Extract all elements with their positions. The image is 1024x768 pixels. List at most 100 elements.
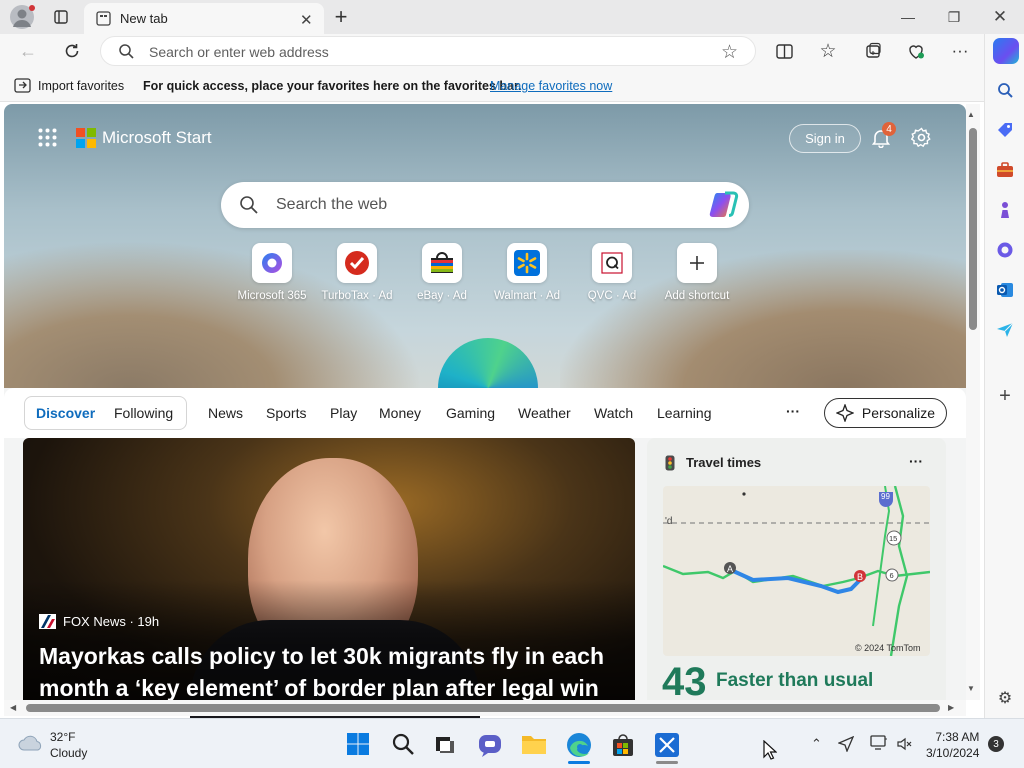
copilot-search-icon[interactable] (709, 191, 739, 222)
games-chess-icon[interactable] (993, 198, 1017, 222)
lead-story-headline[interactable]: Mayorkas calls policy to let 30k migrant… (39, 640, 629, 704)
tab-actions-icon[interactable] (45, 2, 77, 32)
personalize-sparkle-icon (835, 404, 854, 422)
snipping-tool-icon[interactable] (654, 732, 680, 758)
shortcut-label: eBay · Ad (417, 290, 467, 302)
sidebar-search-icon[interactable] (993, 78, 1017, 102)
notification-count-badge: 4 (882, 122, 896, 136)
task-view-icon[interactable] (433, 732, 459, 758)
svg-text:'d: 'd (665, 516, 672, 527)
more-tabs-button[interactable]: ··· (786, 403, 800, 419)
apps-launcher-icon[interactable] (38, 128, 57, 150)
web-search-icon (239, 195, 259, 218)
shortcut-microsoft-365[interactable]: Microsoft 365 (227, 243, 317, 302)
sign-in-button[interactable]: Sign in (789, 124, 861, 153)
restore-icon[interactable]: ❐ (931, 0, 977, 34)
edge-taskbar-icon[interactable] (566, 732, 592, 758)
vertical-scroll-thumb[interactable] (969, 128, 977, 330)
tools-briefcase-icon[interactable] (993, 158, 1017, 182)
taskbar-search-icon[interactable] (391, 732, 417, 758)
sidebar-settings-gear-icon[interactable]: ⚙ (993, 686, 1017, 710)
shortcut-label: TurboTax · Ad (321, 290, 393, 302)
notification-center-badge[interactable]: 3 (988, 736, 1004, 752)
tab-watch[interactable]: Watch (594, 405, 633, 421)
microsoft-store-icon[interactable] (610, 732, 636, 758)
map-credit: © 2024 TomTom (855, 643, 921, 653)
mouse-cursor (763, 739, 778, 763)
minimize-icon[interactable]: — (885, 0, 931, 34)
page-settings-gear-icon[interactable] (910, 127, 932, 151)
tab-money[interactable]: Money (379, 405, 421, 421)
location-arrow-icon[interactable] (837, 735, 855, 755)
web-search-placeholder: Search the web (276, 196, 388, 213)
back-arrow-icon[interactable]: ← (12, 36, 44, 66)
tab-following[interactable]: Following (114, 405, 173, 421)
collections-icon[interactable] (857, 36, 889, 66)
tab-gaming[interactable]: Gaming (446, 405, 495, 421)
tab-discover[interactable]: Discover (36, 405, 95, 421)
personalize-button[interactable]: Personalize (824, 398, 947, 428)
show-hidden-icons-chevron-icon[interactable]: ⌃ (811, 736, 822, 752)
tab-play[interactable]: Play (330, 405, 357, 421)
web-search-box[interactable]: Search the web (221, 182, 749, 228)
taskbar-clock[interactable]: 7:38 AM 3/10/2024 (926, 729, 979, 761)
tab-learning[interactable]: Learning (657, 405, 712, 421)
horizontal-scroll-thumb[interactable] (26, 704, 940, 712)
shortcut-qvc[interactable]: QVC · Ad (567, 243, 657, 302)
fox-news-logo-icon (39, 614, 56, 629)
network-monitor-icon[interactable] (870, 735, 888, 754)
favorites-bar: Import favorites For quick access, place… (0, 70, 984, 102)
close-tab-icon[interactable]: ✕ (300, 11, 313, 29)
shopping-tag-icon[interactable] (993, 118, 1017, 142)
shortcut-add[interactable]: Add shortcut (652, 243, 742, 302)
shortcut-label: Walmart · Ad (493, 290, 561, 302)
file-explorer-icon[interactable] (521, 732, 547, 758)
shortcut-walmart[interactable]: Walmart · Ad (482, 243, 572, 302)
cloud-weather-icon[interactable] (17, 732, 45, 755)
manage-favorites-link[interactable]: Manage favorites now (490, 79, 612, 93)
scroll-up-arrow-icon[interactable]: ▲ (967, 110, 975, 119)
browser-essentials-icon[interactable] (900, 36, 932, 66)
new-tab-plus-icon[interactable]: + (325, 2, 357, 32)
close-window-icon[interactable]: ✕ (977, 0, 1023, 34)
tab-news[interactable]: News (208, 405, 243, 421)
shortcut-ebay[interactable]: eBay · Ad (397, 243, 487, 302)
add-sidebar-app-icon[interactable]: + (993, 384, 1017, 408)
teams-chat-icon[interactable] (477, 732, 503, 758)
taskbar-weather[interactable]: 32°F Cloudy (50, 729, 87, 761)
weather-description: Cloudy (50, 746, 88, 760)
travel-card-more-button[interactable]: ··· (909, 453, 923, 469)
copilot-icon[interactable] (993, 38, 1019, 64)
outlook-icon[interactable] (993, 278, 1017, 302)
volume-muted-icon[interactable] (896, 736, 912, 755)
turbotax-icon (337, 243, 377, 283)
microsoft-365-sidebar-icon[interactable] (993, 238, 1017, 262)
shortcut-turbotax[interactable]: TurboTax · Ad (312, 243, 402, 302)
shortcut-label: Microsoft 365 (237, 290, 307, 302)
split-screen-icon[interactable] (768, 36, 800, 66)
scroll-left-arrow-icon[interactable]: ◀ (10, 703, 16, 712)
brand-name: Microsoft Start (102, 128, 212, 147)
weather-temperature: 32°F (50, 730, 76, 744)
scroll-down-arrow-icon[interactable]: ▼ (967, 684, 975, 693)
favorites-icon[interactable]: ☆ (812, 36, 844, 66)
refresh-icon[interactable] (56, 36, 88, 66)
windows-start-icon[interactable] (346, 732, 372, 758)
address-placeholder: Search or enter web address (149, 44, 329, 60)
traffic-map[interactable]: 'd A B 99 15 6 © 2024 TomTom (663, 486, 930, 656)
tab-title: New tab (120, 11, 168, 26)
microsoft-start-brand[interactable]: Microsoft Start (76, 128, 212, 148)
favorite-star-icon[interactable]: ☆ (721, 41, 738, 64)
send-drop-icon[interactable] (993, 318, 1017, 342)
tab-new-tab[interactable]: New tab ✕ (84, 3, 324, 34)
address-bar[interactable]: Search or enter web address ☆ (100, 36, 756, 66)
story-source[interactable]: FOX News · 19h (39, 614, 159, 629)
tab-sports[interactable]: Sports (266, 405, 306, 421)
scroll-right-arrow-icon[interactable]: ▶ (948, 703, 954, 712)
import-favorites-button[interactable]: Import favorites (38, 79, 124, 93)
edge-sidebar: + ⚙ (984, 34, 1024, 718)
ebay-icon (422, 243, 462, 283)
tab-weather[interactable]: Weather (518, 405, 571, 421)
shortcut-label: Add shortcut (664, 290, 730, 302)
settings-more-icon[interactable]: ··· (944, 36, 976, 66)
